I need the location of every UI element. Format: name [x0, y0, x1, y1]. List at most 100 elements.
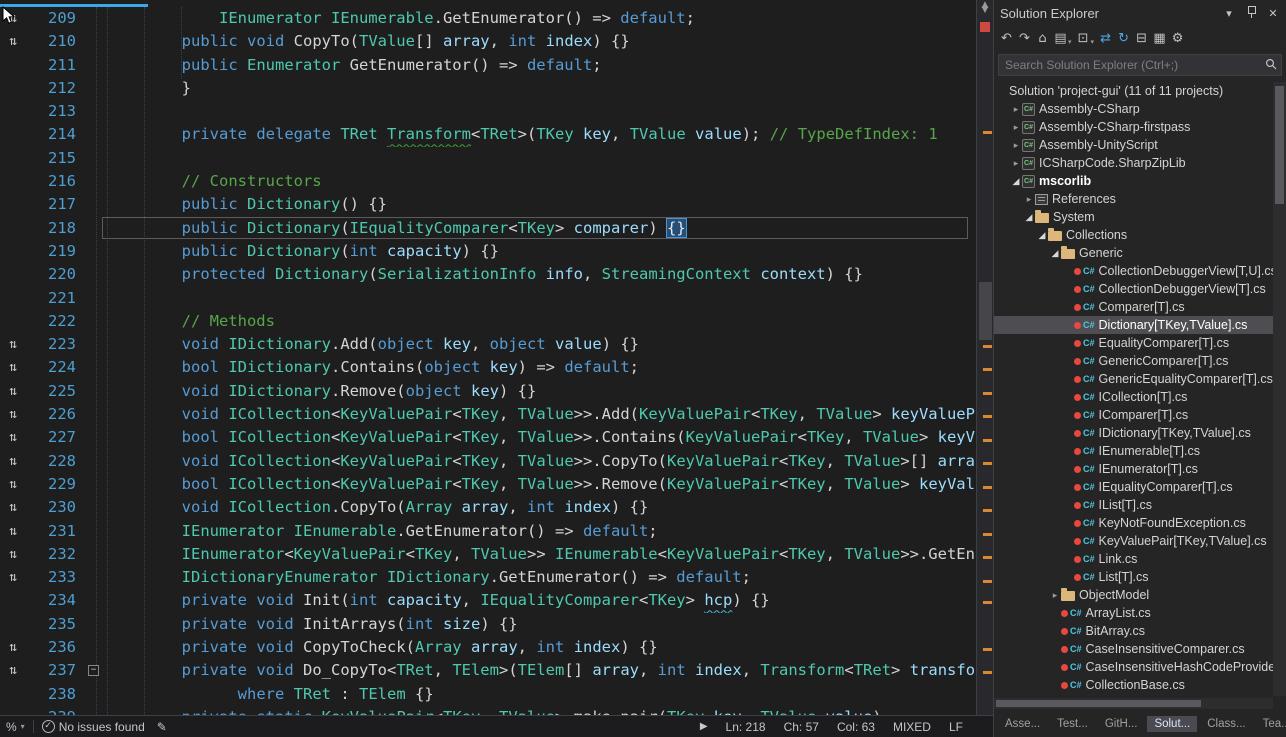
scrollbar-annotation-mark[interactable]	[983, 671, 992, 674]
code-text[interactable]: private static KeyValuePair<TKey, TValue…	[105, 706, 976, 715]
tool-window-tab[interactable]: Class...	[1200, 716, 1252, 732]
line-number[interactable]: 213	[26, 100, 76, 123]
fold-margin[interactable]	[76, 473, 105, 496]
line-number[interactable]: 228	[26, 450, 76, 473]
fold-margin[interactable]	[76, 636, 105, 659]
code-line[interactable]: ⇅229 bool ICollection<KeyValuePair<TKey,…	[0, 473, 976, 496]
code-line[interactable]: 239 private static KeyValuePair<TKey, TV…	[0, 706, 976, 715]
code-text[interactable]: void IDictionary.Add(object key, object …	[105, 333, 976, 356]
tree-horizontal-scrollbar[interactable]	[994, 698, 1273, 709]
implements-icon[interactable]: ⇅	[9, 477, 17, 492]
tree-item[interactable]: C#Comparer[T].cs	[994, 298, 1273, 316]
implements-icon[interactable]: ⇅	[9, 640, 17, 655]
gutter-margin[interactable]: ⇅	[0, 543, 26, 566]
code-editor[interactable]: ⇅209 IEnumerator IEnumerable.GetEnumerat…	[0, 0, 993, 715]
implements-icon[interactable]: ⇅	[9, 547, 17, 562]
tree-horizontal-scrollbar-thumb[interactable]	[996, 700, 1201, 707]
fold-margin[interactable]	[76, 54, 105, 77]
tree-item[interactable]: C#GenericEqualityComparer[T].cs	[994, 370, 1273, 388]
fold-margin[interactable]	[76, 520, 105, 543]
fold-margin[interactable]	[76, 683, 105, 706]
switch-views-button-caret-icon[interactable]: ▾	[1068, 38, 1072, 46]
gutter-margin[interactable]	[0, 100, 26, 123]
play-icon[interactable]: ▶	[700, 721, 708, 732]
tree-item[interactable]: ◢C#mscorlib	[994, 172, 1273, 190]
code-line[interactable]: ⇅225 void IDictionary.Remove(object key)…	[0, 380, 976, 403]
gutter-margin[interactable]: ⇅	[0, 426, 26, 449]
line-number[interactable]: 238	[26, 683, 76, 706]
tree-item[interactable]: C#Link.cs	[994, 550, 1273, 568]
line-number[interactable]: 214	[26, 123, 76, 146]
tree-item[interactable]: C#EqualityComparer[T].cs	[994, 334, 1273, 352]
code-line[interactable]: 235 private void InitArrays(int size) {}	[0, 613, 976, 636]
implements-icon[interactable]: ⇅	[9, 454, 17, 469]
implements-icon[interactable]: ⇅	[9, 34, 17, 49]
tree-item[interactable]: C#List[T].cs	[994, 568, 1273, 586]
gutter-margin[interactable]	[0, 193, 26, 216]
code-line[interactable]: ⇅236 private void CopyToCheck(Array arra…	[0, 636, 976, 659]
implements-icon[interactable]: ⇅	[9, 11, 17, 26]
fold-margin[interactable]	[76, 356, 105, 379]
code-line[interactable]: ⇅227 bool ICollection<KeyValuePair<TKey,…	[0, 426, 976, 449]
scrollbar-annotation-mark[interactable]	[983, 486, 992, 489]
line-number[interactable]: 212	[26, 77, 76, 100]
gutter-margin[interactable]: ⇅	[0, 30, 26, 53]
code-text[interactable]: void IDictionary.Remove(object key) {}	[105, 380, 976, 403]
tree-vertical-scrollbar[interactable]	[1273, 82, 1286, 696]
zoom-caret-icon[interactable]: ▾	[21, 722, 25, 731]
code-line[interactable]: ⇅224 bool IDictionary.Contains(object ke…	[0, 356, 976, 379]
implements-icon[interactable]: ⇅	[9, 337, 17, 352]
fold-margin[interactable]	[76, 30, 105, 53]
scrollbar-annotation-mark[interactable]	[983, 509, 992, 512]
line-number[interactable]: 232	[26, 543, 76, 566]
implements-icon[interactable]: ⇅	[9, 384, 17, 399]
gutter-margin[interactable]	[0, 706, 26, 715]
code-line[interactable]: 216 // Constructors	[0, 170, 976, 193]
gutter-margin[interactable]: ⇅	[0, 636, 26, 659]
gutter-margin[interactable]: ⇅	[0, 496, 26, 519]
refresh-button[interactable]: ↻	[1115, 30, 1132, 48]
code-line[interactable]: 234 private void Init(int capacity, IEqu…	[0, 589, 976, 612]
line-number[interactable]: 223	[26, 333, 76, 356]
tree-item[interactable]: C#KeyNotFoundException.cs	[994, 514, 1273, 532]
fold-margin[interactable]	[76, 589, 105, 612]
implements-icon[interactable]: ⇅	[9, 663, 17, 678]
tree-item[interactable]: C#IEqualityComparer[T].cs	[994, 478, 1273, 496]
code-text[interactable]	[105, 147, 976, 170]
line-number[interactable]: 216	[26, 170, 76, 193]
tool-window-tab[interactable]: Solut...	[1147, 716, 1197, 732]
scope-to-this-button[interactable]: ⊡	[1075, 30, 1092, 48]
tree-item[interactable]: ▸C#Assembly-UnityScript	[994, 136, 1273, 154]
line-number[interactable]: 218	[26, 217, 76, 240]
tree-item[interactable]: C#IEnumerator[T].cs	[994, 460, 1273, 478]
code-text[interactable]: bool ICollection<KeyValuePair<TKey, TVal…	[105, 426, 976, 449]
code-text[interactable]: IEnumerator<KeyValuePair<TKey, TValue>> …	[105, 543, 976, 566]
collapse-all-button[interactable]: ⊟	[1133, 30, 1150, 48]
properties-button[interactable]: ⚙	[1169, 30, 1186, 48]
scrollbar-annotation-mark[interactable]	[983, 601, 992, 604]
expander-icon[interactable]: ◢	[1023, 212, 1035, 223]
implements-icon[interactable]: ⇅	[9, 524, 17, 539]
show-all-files-button[interactable]: ▦	[1151, 30, 1168, 48]
expander-icon[interactable]: ▸	[1010, 158, 1022, 169]
line-number[interactable]: 234	[26, 589, 76, 612]
gutter-margin[interactable]	[0, 287, 26, 310]
scrollbar-annotation-mark[interactable]	[983, 533, 992, 536]
code-line[interactable]: 219 public Dictionary(int capacity) {}	[0, 240, 976, 263]
tree-item[interactable]: C#GenericComparer[T].cs	[994, 352, 1273, 370]
gutter-margin[interactable]	[0, 240, 26, 263]
gutter-margin[interactable]	[0, 310, 26, 333]
gutter-margin[interactable]: ⇅	[0, 659, 26, 682]
implements-icon[interactable]: ⇅	[9, 407, 17, 422]
code-line[interactable]: 214 private delegate TRet Transform<TRet…	[0, 123, 976, 146]
code-line[interactable]: ⇅230 void ICollection.CopyTo(Array array…	[0, 496, 976, 519]
line-number[interactable]: 230	[26, 496, 76, 519]
line-number[interactable]: 210	[26, 30, 76, 53]
code-text[interactable]: IEnumerator IEnumerable.GetEnumerator() …	[105, 7, 976, 30]
gutter-margin[interactable]: ⇅	[0, 333, 26, 356]
code-text[interactable]: void ICollection<KeyValuePair<TKey, TVal…	[105, 403, 976, 426]
code-text[interactable]: IEnumerator IEnumerable.GetEnumerator() …	[105, 520, 976, 543]
code-line[interactable]: ⇅210 public void CopyTo(TValue[] array, …	[0, 30, 976, 53]
code-line[interactable]: ⇅237− private void Do_CopyTo<TRet, TElem…	[0, 659, 976, 682]
code-text[interactable]: void ICollection.CopyTo(Array array, int…	[105, 496, 976, 519]
